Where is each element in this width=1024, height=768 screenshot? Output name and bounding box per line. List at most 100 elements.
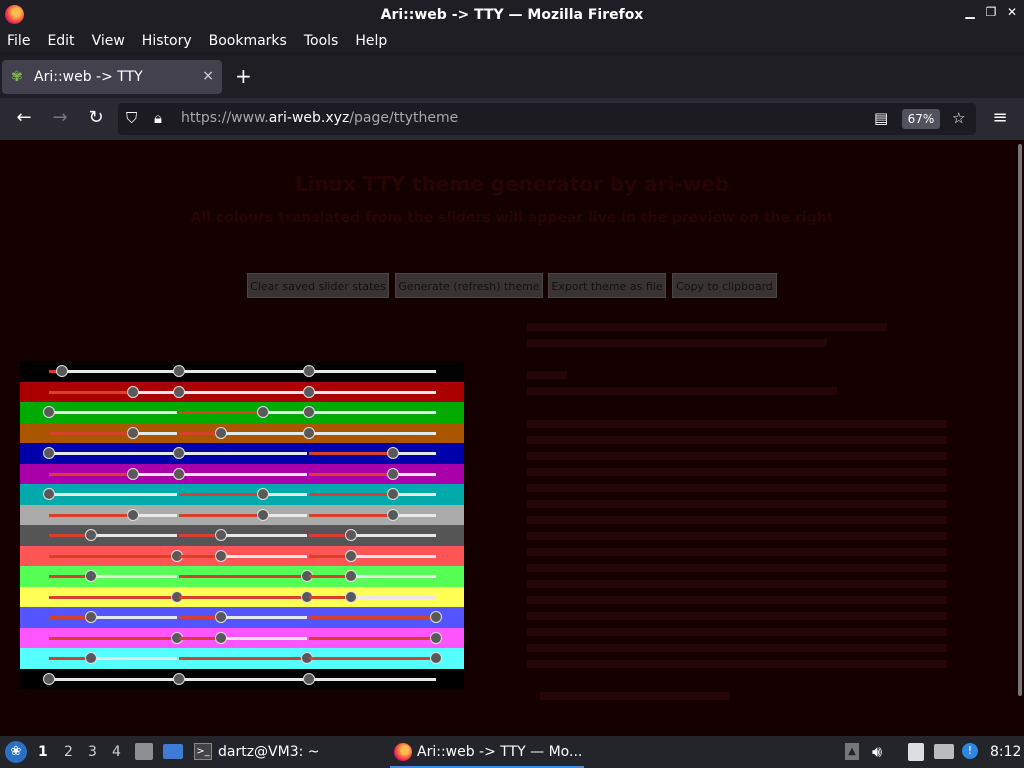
green-slider-track[interactable] bbox=[221, 636, 307, 640]
green-slider-track[interactable] bbox=[263, 493, 307, 496]
page-scrollbar[interactable] bbox=[1018, 144, 1022, 696]
green-slider-handle[interactable] bbox=[257, 508, 270, 521]
forward-icon[interactable]: → bbox=[48, 107, 72, 128]
network-icon[interactable] bbox=[934, 744, 954, 759]
blue-slider-handle[interactable] bbox=[303, 672, 315, 685]
red-slider-handle[interactable] bbox=[85, 529, 98, 541]
updates-icon[interactable]: ▲ bbox=[845, 743, 859, 760]
reload-icon[interactable]: ↻ bbox=[84, 107, 108, 128]
back-icon[interactable]: ← bbox=[12, 107, 36, 128]
red-slider-handle[interactable] bbox=[43, 672, 55, 685]
green-slider-track[interactable] bbox=[179, 390, 307, 394]
red-slider-track[interactable] bbox=[91, 534, 177, 537]
blue-slider-handle[interactable] bbox=[386, 488, 399, 500]
reader-view-icon[interactable]: ▤ bbox=[874, 109, 888, 127]
blue-slider-handle[interactable] bbox=[430, 611, 442, 623]
green-slider-handle[interactable] bbox=[215, 529, 228, 541]
green-slider-handle[interactable] bbox=[257, 406, 270, 418]
menu-view[interactable]: View bbox=[89, 33, 128, 49]
green-slider-track[interactable] bbox=[263, 513, 307, 517]
green-slider-handle[interactable] bbox=[173, 467, 185, 480]
green-slider-handle[interactable] bbox=[215, 631, 228, 644]
taskbar-terminal-window[interactable]: dartz@VM3: ~ bbox=[218, 736, 320, 768]
workspace-2[interactable]: 2 bbox=[64, 736, 73, 768]
app-menu-icon[interactable]: ≡ bbox=[988, 107, 1012, 128]
green-slider-track[interactable] bbox=[221, 616, 307, 619]
green-slider-handle[interactable] bbox=[173, 385, 185, 398]
blue-slider-handle[interactable] bbox=[344, 570, 357, 582]
clipboard-icon[interactable] bbox=[908, 743, 924, 761]
menu-tools[interactable]: Tools bbox=[301, 33, 342, 49]
clear-slider-states-button[interactable]: Clear saved slider states bbox=[247, 273, 389, 298]
blue-slider-track[interactable] bbox=[350, 575, 436, 578]
blue-slider-handle[interactable] bbox=[386, 508, 399, 521]
blue-slider-handle[interactable] bbox=[303, 385, 315, 398]
menu-help[interactable]: Help bbox=[352, 33, 390, 49]
blue-slider-handle[interactable] bbox=[303, 426, 315, 439]
shield-icon[interactable]: ⛉ bbox=[126, 109, 137, 127]
lock-icon[interactable]: 🔒︎ bbox=[154, 109, 162, 127]
generate-theme-button[interactable]: Generate (refresh) theme bbox=[395, 273, 543, 298]
red-slider-track[interactable] bbox=[91, 616, 177, 619]
blue-slider-track[interactable] bbox=[350, 534, 436, 537]
blue-slider-track[interactable] bbox=[309, 431, 436, 435]
tab-active[interactable]: ✾ Ari::web -> TTY × bbox=[2, 60, 222, 94]
menu-file[interactable]: File bbox=[4, 33, 33, 49]
red-slider-track[interactable] bbox=[49, 411, 177, 414]
menu-history[interactable]: History bbox=[139, 33, 195, 49]
blue-slider-track[interactable] bbox=[392, 513, 436, 517]
green-slider-handle[interactable] bbox=[173, 447, 185, 459]
green-slider-track[interactable] bbox=[179, 677, 307, 681]
blue-slider-track[interactable] bbox=[392, 472, 436, 476]
green-slider-track[interactable] bbox=[179, 472, 307, 476]
red-slider-handle[interactable] bbox=[127, 508, 140, 521]
blue-slider-handle[interactable] bbox=[344, 529, 357, 541]
zoom-level-badge[interactable]: 67% bbox=[902, 109, 940, 129]
red-slider-track[interactable] bbox=[133, 513, 177, 517]
file-manager-icon[interactable] bbox=[135, 743, 153, 760]
blue-slider-handle[interactable] bbox=[430, 652, 442, 664]
red-slider-handle[interactable] bbox=[85, 570, 98, 582]
green-slider-track[interactable] bbox=[179, 370, 307, 373]
green-slider-track[interactable] bbox=[263, 411, 307, 414]
green-slider-handle[interactable] bbox=[257, 488, 270, 500]
taskbar-firefox-window[interactable]: Ari::web -> TTY — Mo... bbox=[390, 736, 584, 768]
blue-slider-handle[interactable] bbox=[386, 467, 399, 480]
blue-slider-track[interactable] bbox=[350, 595, 436, 599]
red-slider-handle[interactable] bbox=[85, 652, 98, 664]
red-slider-track[interactable] bbox=[49, 493, 177, 496]
tab-close-icon[interactable]: × bbox=[202, 68, 214, 84]
export-theme-button[interactable]: Export theme as file bbox=[548, 273, 666, 298]
green-slider-track[interactable] bbox=[221, 534, 307, 537]
red-slider-handle[interactable] bbox=[43, 447, 55, 459]
red-slider-track[interactable] bbox=[49, 452, 177, 455]
menu-edit[interactable]: Edit bbox=[44, 33, 77, 49]
green-slider-handle[interactable] bbox=[215, 549, 228, 562]
blue-slider-handle[interactable] bbox=[344, 590, 357, 603]
blue-slider-track[interactable] bbox=[350, 554, 436, 558]
green-slider-handle[interactable] bbox=[173, 365, 185, 377]
green-slider-handle[interactable] bbox=[173, 672, 185, 685]
show-desktop-icon[interactable] bbox=[163, 744, 183, 759]
green-slider-track[interactable] bbox=[179, 452, 307, 455]
blue-slider-handle[interactable] bbox=[303, 365, 315, 377]
red-slider-track[interactable] bbox=[133, 431, 177, 435]
workspace-3[interactable]: 3 bbox=[88, 736, 97, 768]
green-slider-handle[interactable] bbox=[215, 611, 228, 623]
red-slider-handle[interactable] bbox=[127, 426, 140, 439]
red-slider-track[interactable] bbox=[49, 677, 177, 681]
green-slider-handle[interactable] bbox=[215, 426, 228, 439]
menu-bookmarks[interactable]: Bookmarks bbox=[206, 33, 290, 49]
green-slider-track[interactable] bbox=[221, 554, 307, 558]
blue-slider-track[interactable] bbox=[309, 411, 436, 414]
red-slider-handle[interactable] bbox=[43, 406, 55, 418]
workspace-1[interactable]: 1 bbox=[38, 736, 48, 768]
blue-slider-handle[interactable] bbox=[386, 447, 399, 459]
new-tab-button[interactable]: + bbox=[235, 64, 252, 88]
blue-slider-track[interactable] bbox=[309, 370, 436, 373]
blue-slider-track[interactable] bbox=[309, 390, 436, 394]
blue-slider-track[interactable] bbox=[392, 452, 436, 455]
url-text[interactable]: https://www.ari-web.xyz/page/ttytheme bbox=[181, 110, 458, 126]
volume-icon[interactable]: 🔊︎ bbox=[872, 736, 882, 768]
red-slider-handle[interactable] bbox=[55, 365, 68, 377]
